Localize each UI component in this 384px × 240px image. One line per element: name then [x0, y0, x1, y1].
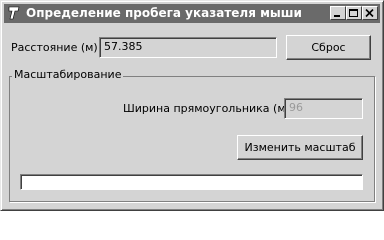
- progress-bar: [20, 174, 363, 190]
- scaling-group-legend: Масштабирование: [12, 68, 124, 81]
- minimize-icon: [334, 15, 340, 17]
- maximize-button[interactable]: [346, 6, 362, 20]
- app-window: Определение пробега указателя мыши Расст…: [0, 0, 384, 211]
- title-bar[interactable]: Определение пробега указателя мыши: [4, 4, 380, 23]
- distance-label: Расстояние (м):: [11, 41, 102, 54]
- close-icon: [365, 9, 374, 18]
- reset-button[interactable]: Сброс: [286, 35, 371, 60]
- rect-width-value: 96: [289, 101, 303, 114]
- maximize-icon: [349, 9, 358, 17]
- minimize-button[interactable]: [330, 6, 346, 20]
- change-scale-button[interactable]: Изменить масштаб: [237, 135, 363, 160]
- distance-value: 57.385: [104, 40, 143, 53]
- close-button[interactable]: [362, 6, 378, 20]
- rect-width-label: Ширина прямоугольника (мм):: [123, 102, 302, 115]
- distance-field: 57.385: [99, 37, 277, 58]
- rect-width-input[interactable]: 96: [284, 98, 363, 119]
- window-title: Определение пробега указателя мыши: [26, 6, 302, 20]
- delphi-helmet-icon: [6, 5, 22, 21]
